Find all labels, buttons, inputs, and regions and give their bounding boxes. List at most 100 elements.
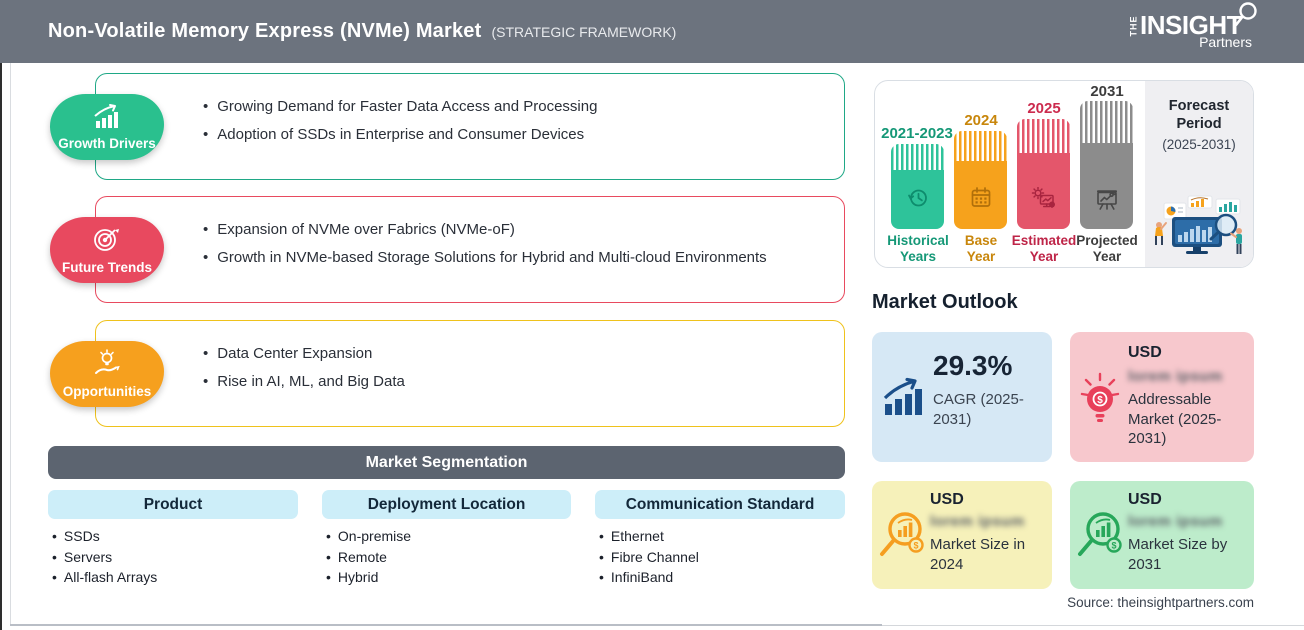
list-item: Expansion of NVMe over Fabrics (NVMe-oF) (203, 216, 824, 244)
bullet-text: Data Center Expansion (217, 345, 373, 362)
badge-label: Growth Drivers (58, 136, 156, 151)
year-label: 2031 (1090, 83, 1124, 100)
bar-stripes (1080, 101, 1133, 143)
historical-years-bar (891, 144, 944, 229)
left-border-line (10, 63, 11, 625)
bullet-text: Growth in NVMe-based Storage Solutions f… (217, 248, 767, 266)
badge-label: Opportunities (62, 384, 152, 399)
bar-body (1080, 143, 1133, 229)
gear-monitor-icon: $ (1031, 186, 1057, 216)
logo-the-text: The (1128, 15, 1139, 36)
bullet-text: Rise in AI, ML, and Big Data (217, 372, 405, 390)
insight-partners-logo: The INSIGHT Partners (1088, 2, 1258, 50)
blurred-value: lorem ipsum (930, 513, 1025, 530)
list-item: Remote (326, 547, 576, 568)
bar-stripes (1017, 119, 1070, 153)
title-text: Non-Volatile Memory Express (NVMe) Marke… (48, 20, 482, 42)
bar-body: $ (1017, 153, 1070, 229)
opportunities-badge: Opportunities (50, 341, 164, 407)
bar-body (954, 161, 1007, 229)
cagr-card: 29.3% CAGR (2025-2031) (872, 332, 1052, 462)
list-item: Data Center Expansion (203, 340, 824, 368)
magnifier-icon (1234, 2, 1258, 37)
calendar-icon (968, 185, 994, 216)
estimated-year-bar: $ (1017, 119, 1070, 229)
projected-year-bar (1080, 101, 1133, 229)
communication-list: Ethernet Fibre Channel InfiniBand (599, 526, 849, 588)
year-label: 2025 (1027, 100, 1061, 117)
analytics-illustration (1152, 195, 1246, 262)
segment-header-communication: Communication Standard (595, 490, 845, 519)
bar-stripes (891, 144, 944, 170)
page-title: Non-Volatile Memory Express (NVMe) Marke… (48, 20, 676, 43)
svg-text:$: $ (1050, 203, 1053, 209)
header-bar: Non-Volatile Memory Express (NVMe) Marke… (0, 0, 1304, 63)
market-outlook-title: Market Outlook (872, 291, 1018, 313)
growth-drivers-box: Growing Demand for Faster Data Access an… (95, 73, 845, 180)
future-trends-box: Expansion of NVMe over Fabrics (NVMe-oF)… (95, 196, 845, 303)
market-size-2031-card: $ USD lorem ipsum Market Size by 2031 (1070, 481, 1254, 589)
blurred-value: lorem ipsum (1128, 513, 1223, 530)
svg-text:$: $ (1097, 395, 1103, 406)
addressable-market-card: $ USD lorem ipsum Addressable Market (20… (1070, 332, 1254, 462)
list-item: Servers (52, 547, 302, 568)
left-edge-line (0, 63, 2, 630)
deployment-list: On-premise Remote Hybrid (326, 526, 576, 588)
bottom-border-line-light (882, 625, 1304, 626)
segment-header-product: Product (48, 490, 298, 519)
growth-drivers-badge: Growth Drivers (50, 94, 164, 160)
product-list: SSDs Servers All-flash Arrays (52, 526, 302, 588)
card-label: Addressable Market (2025-2031) (1128, 391, 1222, 447)
source-text: Source: theinsightpartners.com (1067, 595, 1254, 610)
list-item: InfiniBand (599, 567, 849, 588)
forecast-period-panel: Forecast Period (2025-2031) (1145, 81, 1253, 267)
list-item: Fibre Channel (599, 547, 849, 568)
badge-label: Future Trends (61, 260, 152, 275)
target-dart-icon (92, 225, 122, 258)
bullet-text: Growing Demand for Faster Data Access an… (217, 98, 598, 115)
base-year-bar (954, 131, 1007, 229)
bar-stripes (954, 131, 1007, 161)
list-item: Rise in AI, ML, and Big Data (203, 368, 824, 396)
bullet-text: Adoption of SSDs in Enterprise and Consu… (217, 125, 585, 143)
growth-chart-icon (92, 103, 122, 134)
list-item: Ethernet (599, 526, 849, 547)
forecast-label: Period (1176, 116, 1222, 132)
timeline-chart-card: 2021-2023 2024 2025 2031 $ Historical Ye… (874, 80, 1254, 268)
list-item: Growing Demand for Faster Data Access an… (203, 93, 824, 121)
market-size-2024-card: $ USD lorem ipsum Market Size in 2024 (872, 481, 1052, 589)
svg-text:$: $ (1111, 541, 1116, 551)
bar-growth-arrow-icon (881, 376, 927, 421)
bullet-text: Expansion of NVMe over Fabrics (NVMe-oF) (217, 221, 515, 238)
card-label: Market Size in 2024 (930, 536, 1026, 573)
list-item: Growth in NVMe-based Storage Solutions f… (203, 244, 824, 272)
magnifier-chart-icon: $ (1073, 507, 1127, 568)
cagr-label: CAGR (2025-2031) (933, 391, 1024, 428)
subtitle-text: (STRATEGIC FRAMEWORK) (491, 24, 677, 40)
forecast-label: Forecast (1168, 98, 1230, 114)
list-item: On-premise (326, 526, 576, 547)
currency-label: USD (930, 491, 964, 508)
nvme-infographic: Non-Volatile Memory Express (NVMe) Marke… (0, 0, 1304, 630)
currency-label: USD (1128, 491, 1162, 508)
opportunities-box: Data Center Expansion Rise in AI, ML, an… (95, 320, 845, 427)
history-clock-icon (905, 185, 931, 216)
list-item: Adoption of SSDs in Enterprise and Consu… (203, 121, 824, 149)
presentation-chart-icon (1094, 187, 1120, 216)
bar-body (891, 170, 944, 229)
list-item: SSDs (52, 526, 302, 547)
forecast-range: (2025-2031) (1162, 137, 1236, 152)
magnifier-chart-icon: $ (875, 507, 929, 568)
market-segmentation-header: Market Segmentation (48, 446, 845, 479)
bottom-border-line (10, 624, 882, 626)
list-item: Hybrid (326, 567, 576, 588)
future-trends-badge: Future Trends (50, 217, 164, 283)
svg-text:$: $ (913, 541, 918, 551)
cagr-value: 29.3% (933, 350, 1013, 381)
currency-label: USD (1128, 344, 1162, 361)
bulb-hand-icon (92, 349, 122, 382)
segment-header-deployment: Deployment Location (322, 490, 571, 519)
blurred-value: lorem ipsum (1128, 368, 1223, 385)
bar-role-label: Projected Year (1076, 233, 1138, 264)
list-item: All-flash Arrays (52, 567, 302, 588)
